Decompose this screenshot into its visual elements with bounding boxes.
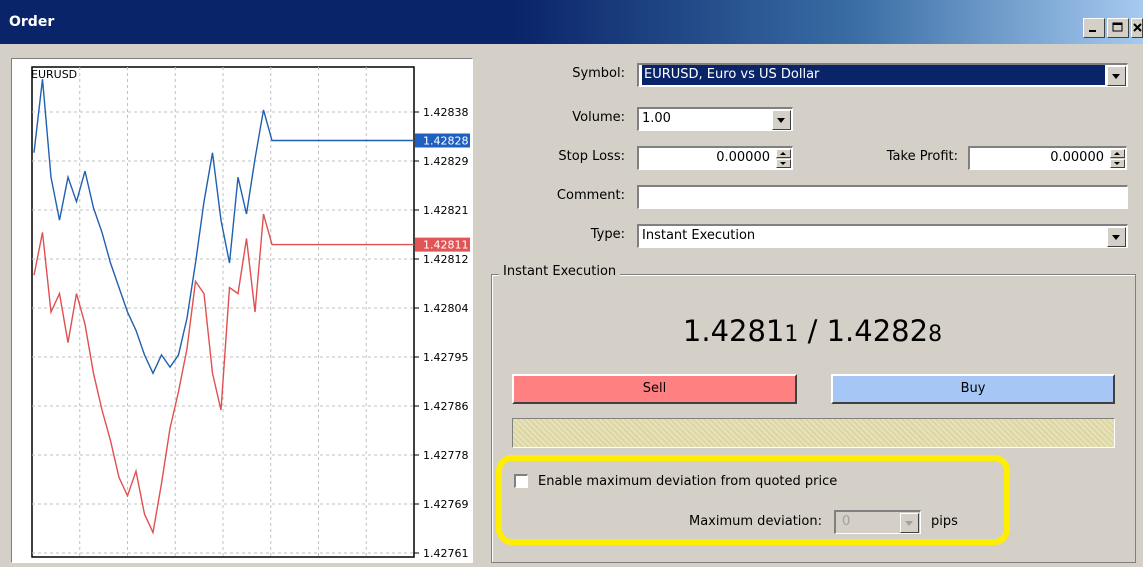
type-value: Instant Execution [642, 228, 756, 243]
max-deviation-select[interactable]: 0 [834, 510, 921, 534]
chart-price-label: 1.42821 [423, 204, 469, 217]
chevron-down-icon[interactable] [1107, 227, 1126, 247]
bid-price-marker-label: 1.42811 [423, 239, 469, 252]
take-profit-field[interactable]: 0.00000 [968, 146, 1127, 170]
chart-price-label: 1.42804 [423, 302, 469, 315]
buy-button[interactable]: Buy [831, 374, 1115, 404]
maximize-icon[interactable] [1107, 18, 1129, 38]
chart-price-label: 1.42812 [423, 253, 469, 266]
ask-price-line [33, 79, 414, 375]
take-profit-label: Take Profit: [886, 149, 958, 164]
execution-progress-bar [512, 418, 1115, 448]
order-dialog: 1.42838 1.42829 1.42821 1.42812 1.42804 1.427… [0, 44, 1143, 567]
comment-label: Comment: [556, 188, 625, 203]
minimize-icon[interactable] [1083, 18, 1105, 38]
spin-up-icon[interactable] [776, 149, 791, 158]
stop-loss-value: 0.00000 [716, 150, 770, 165]
price-quote: 1.42811 / 1.42828 [491, 314, 1134, 348]
quote-separator: / [798, 314, 827, 348]
chevron-down-icon[interactable] [772, 110, 791, 130]
chart-price-label: 1.42829 [423, 155, 469, 168]
chart-symbol-label: EURUSD [31, 68, 78, 81]
chart-canvas: 1.42838 1.42829 1.42821 1.42812 1.42804 1.427… [31, 66, 470, 560]
spin-down-icon[interactable] [1110, 159, 1125, 168]
symbol-value: EURUSD, Euro vs US Dollar [642, 65, 1105, 85]
spin-down-icon[interactable] [776, 159, 791, 168]
window-controls [1083, 18, 1143, 38]
chart-price-label: 1.42778 [423, 449, 469, 462]
sell-button[interactable]: Sell [512, 374, 797, 404]
volume-value: 1.00 [642, 111, 671, 126]
stop-loss-field[interactable]: 0.00000 [637, 146, 793, 170]
window-title: Order [9, 14, 55, 30]
price-chart: 1.42838 1.42829 1.42821 1.42812 1.42804 1.427… [11, 58, 473, 563]
ask-price-marker-label: 1.42828 [423, 135, 469, 148]
take-profit-value: 0.00000 [1050, 150, 1104, 165]
ask-price: 1.4282 [826, 314, 929, 348]
bid-price-last-digit: 1 [784, 322, 799, 347]
max-deviation-value: 0 [842, 514, 851, 529]
stop-loss-spinner[interactable] [776, 149, 791, 168]
symbol-label: Symbol: [572, 66, 625, 81]
pips-label: pips [931, 514, 958, 529]
type-select[interactable]: Instant Execution [637, 224, 1128, 248]
type-label: Type: [590, 227, 625, 242]
chevron-down-icon[interactable] [900, 513, 919, 533]
chart-price-label: 1.42761 [423, 547, 469, 560]
volume-select[interactable]: 1.00 [637, 107, 793, 131]
max-deviation-label: Maximum deviation: [689, 514, 822, 529]
bid-price-line [33, 213, 414, 535]
chart-price-label: 1.42795 [423, 351, 469, 364]
chart-price-label: 1.42769 [423, 498, 469, 511]
bid-price: 1.4281 [682, 314, 785, 348]
chart-price-label: 1.42786 [423, 400, 469, 413]
title-bar: Order [0, 0, 1143, 44]
execution-group-title: Instant Execution [499, 264, 621, 279]
stop-loss-label: Stop Loss: [558, 149, 625, 164]
symbol-select[interactable]: EURUSD, Euro vs US Dollar [637, 63, 1128, 87]
deviation-highlight-box [496, 455, 1010, 545]
ask-price-last-digit: 8 [928, 322, 943, 347]
deviation-checkbox[interactable] [514, 474, 528, 488]
comment-input[interactable] [637, 185, 1128, 209]
volume-label: Volume: [572, 110, 625, 125]
chart-price-label: 1.42838 [423, 106, 469, 119]
take-profit-spinner[interactable] [1110, 149, 1125, 168]
deviation-checkbox-label: Enable maximum deviation from quoted pri… [538, 474, 838, 489]
close-icon[interactable] [1131, 18, 1143, 38]
spin-up-icon[interactable] [1110, 149, 1125, 158]
chevron-down-icon[interactable] [1107, 66, 1126, 86]
